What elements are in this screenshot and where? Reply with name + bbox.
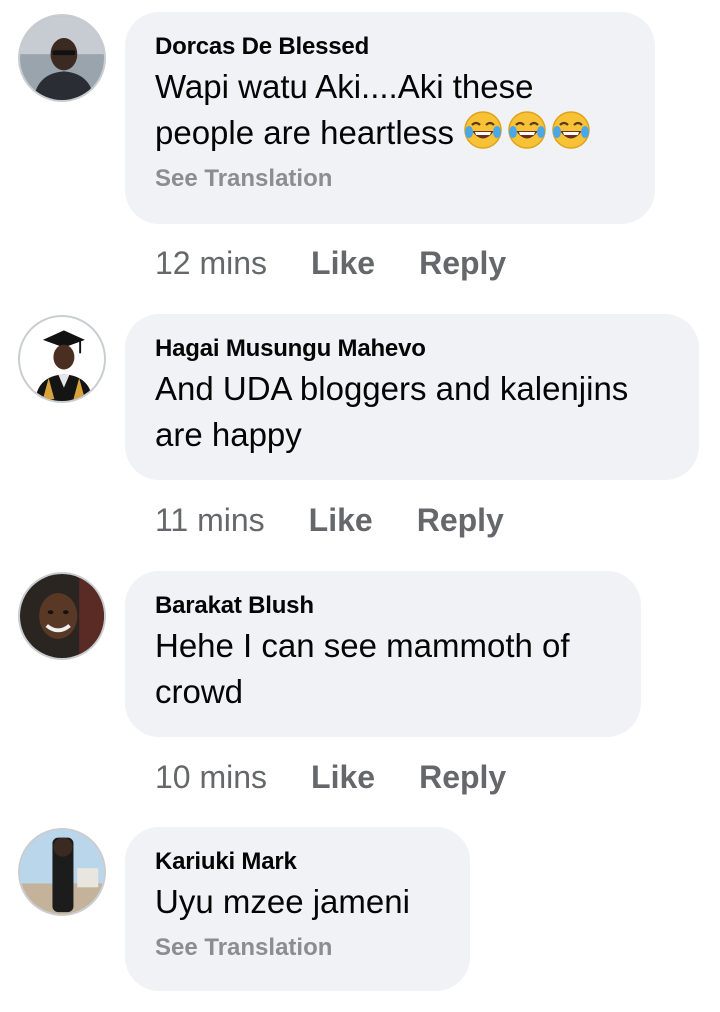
avatar-image (20, 16, 104, 100)
comment-actions: 12 mins Like Reply (155, 243, 506, 283)
comment-actions: 11 mins Like Reply (155, 500, 504, 540)
comment-timestamp[interactable]: 11 mins (155, 500, 265, 540)
avatar[interactable] (18, 828, 106, 916)
comment-timestamp[interactable]: 12 mins (155, 243, 267, 283)
comment-author[interactable]: Hagai Musungu Mahevo (155, 334, 669, 364)
comment-author[interactable]: Kariuki Mark (155, 847, 440, 877)
avatar[interactable] (18, 14, 106, 102)
emoji-group (454, 111, 591, 151)
reply-button[interactable]: Reply (417, 500, 504, 540)
face-with-tears-of-joy-icon (464, 111, 502, 149)
comment-author[interactable]: Dorcas De Blessed (155, 32, 625, 62)
comment-bubble: Hagai Musungu Mahevo And UDA bloggers an… (125, 314, 699, 480)
comment-text: And UDA bloggers and kalenjins are happy (155, 370, 629, 453)
like-button[interactable]: Like (311, 757, 375, 797)
comments-list: Dorcas De Blessed Wapi watu Aki....Aki t… (0, 0, 720, 1012)
see-translation-link[interactable]: See Translation (155, 164, 625, 194)
see-translation-link[interactable]: See Translation (155, 933, 440, 963)
avatar-image (20, 317, 104, 401)
reply-button[interactable]: Reply (419, 243, 506, 283)
like-button[interactable]: Like (309, 500, 373, 540)
like-button[interactable]: Like (311, 243, 375, 283)
comment-bubble: Dorcas De Blessed Wapi watu Aki....Aki t… (125, 12, 655, 224)
reply-button[interactable]: Reply (419, 757, 506, 797)
comment-text: Uyu mzee jameni (155, 883, 410, 920)
comment-author[interactable]: Barakat Blush (155, 591, 611, 621)
comment-text: Hehe I can see mammoth of crowd (155, 627, 570, 710)
comment-timestamp[interactable]: 10 mins (155, 757, 267, 797)
avatar[interactable] (18, 315, 106, 403)
avatar-image (20, 830, 104, 914)
avatar[interactable] (18, 572, 106, 660)
comment-bubble: Kariuki Mark Uyu mzee jameni See Transla… (125, 827, 470, 991)
comment-text: Wapi watu Aki....Aki these people are he… (155, 64, 625, 156)
comment-bubble: Barakat Blush Hehe I can see mammoth of … (125, 571, 641, 737)
comment-actions: 10 mins Like Reply (155, 757, 506, 797)
avatar-image (20, 574, 104, 658)
face-with-tears-of-joy-icon (552, 111, 590, 149)
face-with-tears-of-joy-icon (508, 111, 546, 149)
